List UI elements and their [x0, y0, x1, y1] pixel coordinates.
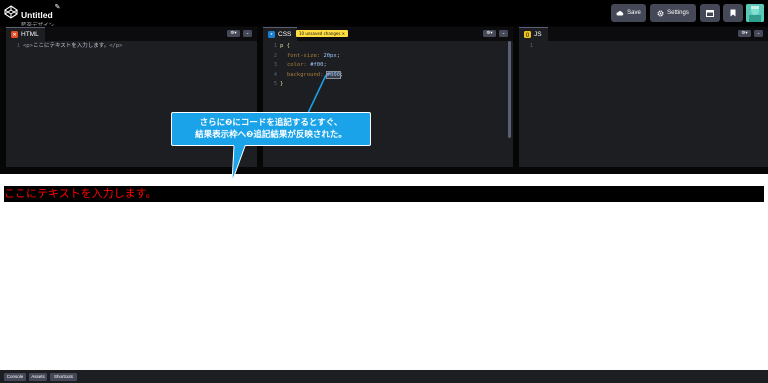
css-icon: * [268, 31, 275, 38]
css-editor[interactable]: * CSS 10 unsaved changes ✕ ⚙▾ ⌄ 1 p { 2 … [263, 27, 513, 167]
line-number: 5 [273, 81, 277, 87]
css-property: font-size: [287, 52, 321, 59]
layout-icon [706, 9, 714, 17]
html-text: ここにテキストを入力します。 [32, 43, 110, 49]
css-value: 20px [323, 52, 337, 59]
unsaved-changes-badge[interactable]: 10 unsaved changes ✕ [296, 30, 349, 37]
line-number: 3 [273, 62, 277, 68]
save-button[interactable]: Save [611, 4, 646, 22]
html-editor[interactable]: ✕ HTML ⚙▾ ⌄ 1 <p>ここにテキストを入力します。</p> [6, 27, 257, 167]
bottom-bar: Console Assets Shortcuts [0, 370, 768, 383]
js-editor-header: () JS ⚙▾ ⌄ [519, 27, 768, 41]
gear-icon [657, 9, 664, 17]
console-button[interactable]: Console [4, 373, 26, 381]
callout-line-1: さらに❷にコードを追記するとすぐ、 [199, 118, 343, 128]
change-view-button[interactable] [700, 4, 720, 22]
tab-html-label: HTML [21, 31, 39, 38]
line-number: 4 [273, 71, 277, 78]
html-close-tag: </p> [109, 43, 123, 49]
line-number: 1 [529, 43, 533, 49]
shortcuts-button[interactable]: Shortcuts [50, 373, 77, 381]
js-editor[interactable]: () JS ⚙▾ ⌄ 1 [519, 27, 768, 167]
css-value: #f00 [310, 62, 324, 68]
pin-button[interactable] [723, 4, 743, 22]
js-collapse-button[interactable]: ⌄ [754, 30, 763, 37]
resize-handle[interactable] [0, 167, 768, 174]
css-closing-brace: } [280, 81, 284, 87]
line-number: 1 [273, 43, 277, 49]
html-settings-button[interactable]: ⚙▾ [227, 30, 240, 37]
editor-area: ✕ HTML ⚙▾ ⌄ 1 <p>ここにテキストを入力します。</p> * CS… [0, 26, 768, 174]
tab-css[interactable]: * CSS [263, 27, 298, 41]
bookmark-icon [730, 9, 736, 17]
pencil-icon[interactable]: ✎ [55, 3, 61, 11]
css-property: color: [287, 62, 307, 68]
result-paragraph: ここにテキストを入力します。 [4, 186, 764, 202]
css-selector: p { [280, 43, 290, 49]
js-icon: () [524, 31, 531, 38]
callout-pointer-line [307, 74, 327, 114]
css-editor-header: * CSS 10 unsaved changes ✕ ⚙▾ ⌄ [263, 27, 513, 41]
css-settings-button[interactable]: ⚙▾ [483, 30, 496, 37]
top-header: Untitled✎ 藍奈デザイン Save Settings [0, 0, 768, 29]
html-icon: ✕ [11, 31, 18, 38]
avatar[interactable] [746, 4, 764, 22]
html-editor-header: ✕ HTML ⚙▾ ⌄ [6, 27, 257, 41]
callout-line-2: 結果表示枠へ❷追記結果が反映された。 [195, 130, 347, 140]
cloud-icon [616, 11, 624, 16]
html-open-tag: <p> [23, 43, 33, 49]
tab-html[interactable]: ✕ HTML [6, 27, 45, 41]
pen-title[interactable]: Untitled [21, 10, 53, 20]
tab-js[interactable]: () JS [519, 27, 548, 41]
js-settings-button[interactable]: ⚙▾ [738, 30, 751, 37]
settings-label: Settings [667, 10, 689, 16]
tab-css-label: CSS [278, 31, 292, 38]
css-editor-scrollbar[interactable] [508, 41, 511, 138]
css-semicolon: ; [340, 71, 344, 78]
css-semicolon: ; [336, 52, 340, 59]
line-number: 1 [16, 43, 20, 49]
line-number: 2 [273, 52, 277, 59]
css-semicolon: ; [323, 62, 327, 68]
html-collapse-button[interactable]: ⌄ [243, 30, 252, 37]
settings-button[interactable]: Settings [650, 4, 696, 22]
css-collapse-button[interactable]: ⌄ [499, 30, 508, 37]
save-label: Save [627, 10, 641, 16]
callout-tail [231, 145, 246, 183]
codepen-logo-icon[interactable] [4, 5, 18, 19]
tab-js-label: JS [534, 31, 542, 38]
annotation-callout: さらに❷にコードを追記するとすぐ、 結果表示枠へ❷追記結果が反映された。 [171, 112, 371, 146]
assets-button[interactable]: Assets [29, 373, 47, 381]
